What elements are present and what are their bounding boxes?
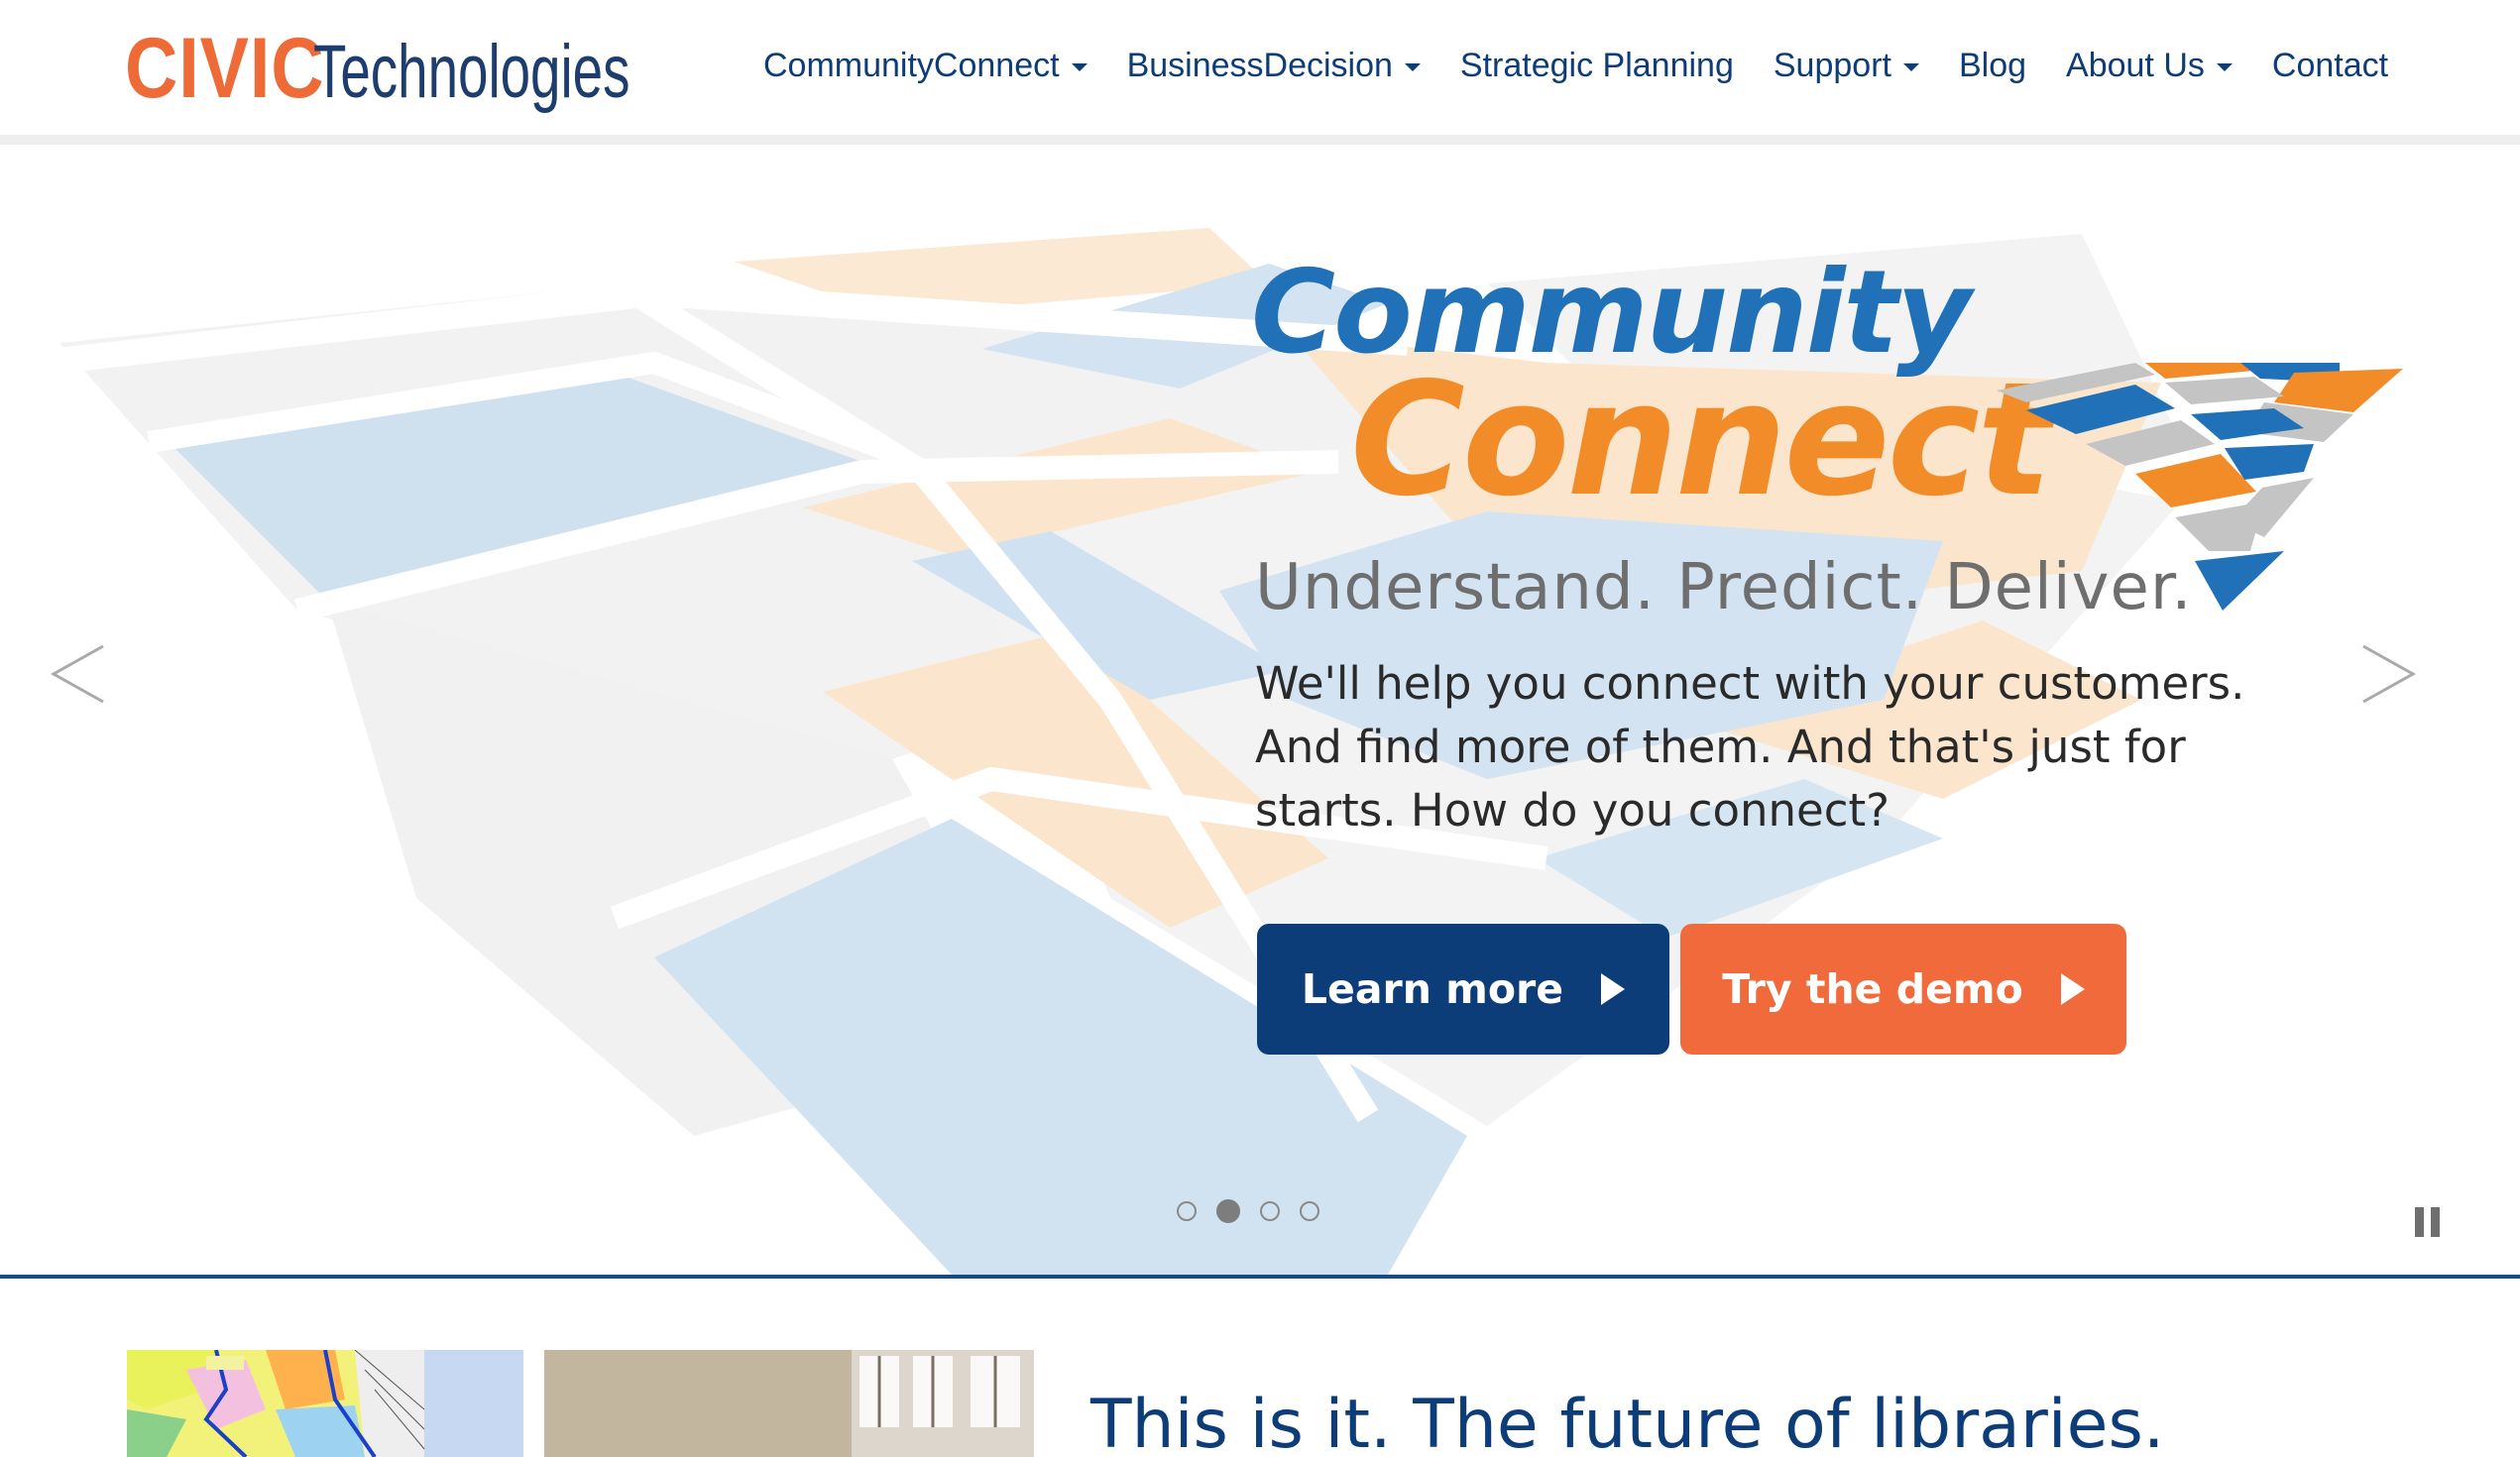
carousel-dot-4[interactable]: [1300, 1201, 1319, 1221]
caret-down-icon: [1071, 63, 1088, 71]
nav-item-label: Contact: [2271, 46, 2389, 84]
pause-icon[interactable]: [2415, 1207, 2443, 1237]
carousel-dot-2-active[interactable]: [1216, 1199, 1240, 1223]
logo-civic-text: CIVIC: [125, 21, 325, 116]
hero-description-line: We'll help you connect with your custome…: [1255, 657, 2245, 710]
hero-description: We'll help you connect with your custome…: [1255, 652, 2246, 842]
caret-down-icon: [2216, 63, 2233, 71]
nav-item-strategic-planning[interactable]: Strategic Planning: [1460, 47, 1734, 85]
logo-technologies-text: Technologies: [313, 30, 630, 114]
nav-item-label: BusinessDecision: [1126, 46, 1393, 84]
hero-description-line: starts. How do you connect?: [1255, 784, 1890, 837]
product-name-connect: Connect: [1350, 349, 2052, 531]
nav-item-label: Support: [1773, 46, 1891, 84]
nav-item-businessdecision[interactable]: BusinessDecision: [1127, 47, 1421, 85]
caret-down-icon: [1902, 63, 1919, 71]
hero-description-line: And find more of them. And that's just f…: [1255, 721, 2186, 773]
nav-item-contact[interactable]: Contact: [2272, 47, 2388, 85]
nav-item-label: Strategic Planning: [1459, 46, 1734, 84]
chevron-left-icon[interactable]: [40, 634, 119, 714]
hero-tagline: Understand. Predict. Deliver.: [1255, 551, 2193, 624]
nav-item-communityconnect[interactable]: CommunityConnect: [763, 47, 1088, 85]
play-triangle-icon: [2060, 973, 2085, 1005]
try-demo-button[interactable]: Try the demo: [1680, 924, 2126, 1055]
carousel-dot-3[interactable]: [1260, 1201, 1280, 1221]
nav-item-about-us[interactable]: About Us: [2066, 47, 2233, 85]
caret-down-icon: [1404, 63, 1421, 71]
nav-item-label: About Us: [2066, 46, 2205, 84]
learn-more-button[interactable]: Learn more: [1257, 924, 1669, 1055]
carousel-dot-1[interactable]: [1177, 1201, 1197, 1221]
civic-technologies-logo[interactable]: CIVICTechnologies: [125, 14, 753, 123]
hero-bottom-border: [0, 1275, 2520, 1279]
nav-item-label: CommunityConnect: [763, 46, 1060, 84]
library-interior-thumbnail[interactable]: [544, 1350, 1034, 1457]
site-header: CIVICTechnologies CommunityConnect Busin…: [0, 0, 2520, 137]
section-heading: This is it. The future of libraries.: [1090, 1386, 2165, 1457]
nav-item-support[interactable]: Support: [1774, 47, 1919, 85]
hero-carousel: Community Connect Understand. Predict. D…: [0, 145, 2520, 1275]
main-nav: CommunityConnect BusinessDecision Strate…: [763, 38, 2428, 93]
header-divider: [0, 135, 2520, 145]
nav-item-blog[interactable]: Blog: [1959, 47, 2026, 85]
nav-item-label: Blog: [1958, 46, 2027, 84]
play-triangle-icon: [1601, 973, 1626, 1005]
district-map-thumbnail[interactable]: [127, 1350, 523, 1457]
carousel-indicators: [1177, 1199, 1339, 1223]
try-demo-label: Try the demo: [1722, 965, 2023, 1013]
learn-more-label: Learn more: [1301, 965, 1564, 1013]
chevron-right-icon[interactable]: [2348, 634, 2427, 714]
